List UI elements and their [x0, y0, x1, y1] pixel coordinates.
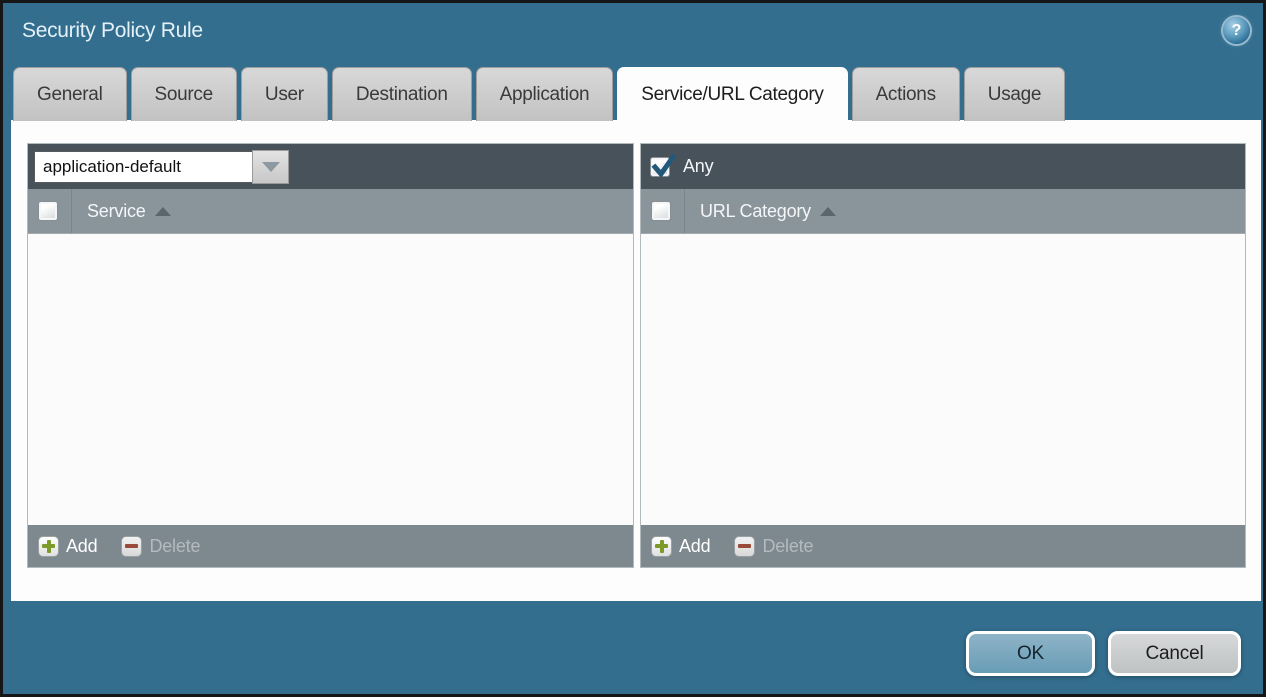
service-type-dropdown-button[interactable]	[252, 150, 289, 184]
tab-application[interactable]: Application	[476, 67, 614, 121]
add-button-label: Add	[66, 536, 97, 557]
tab-content-area: Service Add Delete	[11, 120, 1261, 601]
delete-minus-icon	[121, 536, 142, 557]
tab-bar: General Source User Destination Applicat…	[13, 67, 1065, 121]
any-label: Any	[683, 156, 713, 177]
url-category-footer-toolbar: Add Delete	[641, 525, 1245, 567]
add-plus-icon	[38, 536, 59, 557]
tab-user[interactable]: User	[241, 67, 328, 121]
tab-actions[interactable]: Actions	[852, 67, 960, 121]
url-category-add-button[interactable]: Add	[651, 536, 710, 557]
tab-usage[interactable]: Usage	[964, 67, 1065, 121]
tab-general[interactable]: General	[13, 67, 127, 121]
delete-minus-icon	[734, 536, 755, 557]
sort-ascending-icon	[820, 207, 836, 216]
url-category-list-body[interactable]	[641, 234, 1245, 525]
any-checkbox-row: Any	[647, 156, 713, 177]
service-footer-toolbar: Add Delete	[28, 525, 633, 567]
delete-button-label: Delete	[762, 536, 813, 557]
column-divider	[684, 189, 685, 233]
tab-service-url-category[interactable]: Service/URL Category	[617, 67, 847, 122]
service-add-button[interactable]: Add	[38, 536, 97, 557]
sort-ascending-icon	[155, 207, 171, 216]
service-list-body[interactable]	[28, 234, 633, 525]
url-category-select-all-checkbox[interactable]	[651, 201, 671, 221]
url-category-column-label: URL Category	[700, 201, 811, 222]
security-policy-rule-dialog: Security Policy Rule ? General Source Us…	[0, 0, 1266, 697]
ok-button[interactable]: OK	[966, 631, 1095, 676]
url-category-delete-button[interactable]: Delete	[734, 536, 813, 557]
service-type-input[interactable]	[34, 151, 252, 183]
add-plus-icon	[651, 536, 672, 557]
column-divider	[71, 189, 72, 233]
add-button-label: Add	[679, 536, 710, 557]
tab-destination[interactable]: Destination	[332, 67, 472, 121]
chevron-down-icon	[262, 162, 280, 172]
url-category-toolbar: Any	[641, 144, 1245, 189]
url-category-panel: Any URL Category Add Delete	[640, 143, 1246, 568]
any-checkbox[interactable]	[650, 157, 670, 177]
dialog-title: Security Policy Rule	[22, 19, 203, 43]
service-select-all-checkbox[interactable]	[38, 201, 58, 221]
url-category-column-header[interactable]: URL Category	[641, 189, 1245, 234]
cancel-button[interactable]: Cancel	[1108, 631, 1241, 676]
service-panel: Service Add Delete	[27, 143, 634, 568]
tab-source[interactable]: Source	[131, 67, 237, 121]
service-column-label: Service	[87, 201, 146, 222]
help-icon[interactable]: ?	[1223, 17, 1250, 44]
delete-button-label: Delete	[149, 536, 200, 557]
service-toolbar	[28, 144, 633, 189]
service-column-header[interactable]: Service	[28, 189, 633, 234]
service-delete-button[interactable]: Delete	[121, 536, 200, 557]
checkmark-icon	[651, 154, 677, 180]
